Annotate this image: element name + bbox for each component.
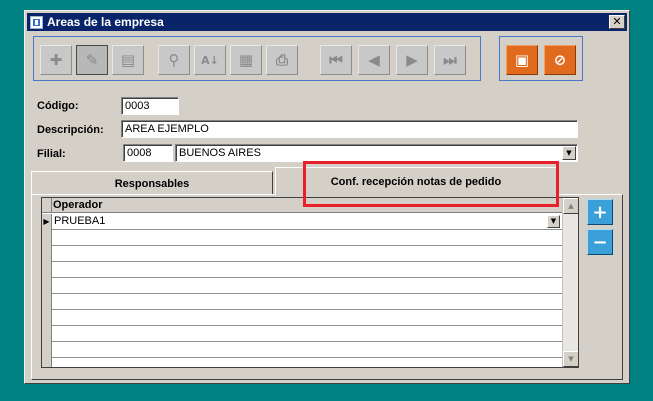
search-icon: ⚲: [168, 51, 180, 69]
filial-code-field[interactable]: 0008: [123, 144, 173, 162]
vertical-scrollbar[interactable]: ▲ ▼: [562, 198, 578, 367]
delete-button[interactable]: ▤: [112, 45, 144, 75]
operators-grid[interactable]: Operador ▶ PRUEBA1 ▼ ▲ ▼: [41, 197, 579, 368]
report-icon: ▦: [238, 51, 254, 69]
next-record-button[interactable]: ▶: [396, 45, 428, 75]
table-row[interactable]: [42, 246, 562, 262]
table-row[interactable]: [42, 326, 562, 342]
row-indicator: [42, 326, 52, 342]
plus-icon: +: [592, 201, 608, 223]
report-button[interactable]: ▦: [230, 45, 262, 75]
print-icon: ⎙: [275, 51, 288, 69]
table-row[interactable]: [42, 294, 562, 310]
tab-conf-recepcion-label: Conf. recepción notas de pedido: [330, 175, 502, 188]
print-button[interactable]: ⎙: [266, 45, 298, 75]
next-record-icon: ▶: [406, 51, 418, 69]
previous-record-button[interactable]: ◀: [358, 45, 390, 75]
main-window: Areas de la empresa ✕ ✚ ✎ ▤ ⚲ A↓ ▦ ⎙ ⏮ ◀…: [24, 10, 630, 384]
previous-record-icon: ◀: [368, 51, 380, 69]
row-indicator: [42, 294, 52, 310]
descripcion-field[interactable]: AREA EJEMPLO: [121, 120, 578, 138]
save-icon: ▣: [514, 51, 530, 69]
grid-corner: [42, 198, 52, 213]
filial-name: BUENOS AIRES: [179, 147, 261, 159]
window-title: Areas de la empresa: [47, 15, 164, 29]
row-indicator: [42, 230, 52, 246]
table-row[interactable]: [42, 358, 562, 367]
row-indicator: [42, 278, 52, 294]
codigo-label: Código:: [37, 100, 79, 112]
cancel-icon: ⊘: [553, 51, 567, 69]
row-indicator: [42, 342, 52, 358]
filial-select[interactable]: BUENOS AIRES ▼: [175, 144, 578, 162]
row-indicator: [42, 262, 52, 278]
grid-header: Operador: [42, 198, 562, 213]
action-toolbar: ▣ ⊘: [499, 36, 583, 81]
table-row[interactable]: [42, 262, 562, 278]
scroll-down-button[interactable]: ▼: [563, 351, 578, 367]
row-indicator: [42, 310, 52, 326]
tab-responsables[interactable]: Responsables: [31, 171, 273, 195]
last-record-button[interactable]: ⏭: [434, 45, 466, 75]
sort-button[interactable]: A↓: [194, 45, 226, 75]
table-row[interactable]: [42, 230, 562, 246]
tab-responsables-label: Responsables: [114, 177, 190, 190]
last-record-icon: ⏭: [443, 51, 457, 69]
descripcion-label: Descripción:: [37, 124, 104, 136]
add-button[interactable]: ✚: [40, 45, 72, 75]
add-row-button[interactable]: +: [587, 199, 613, 225]
row-indicator: [42, 358, 52, 367]
sort-icon: A↓: [201, 53, 219, 67]
delete-icon: ▤: [120, 51, 136, 69]
remove-row-button[interactable]: −: [587, 229, 613, 255]
filial-label: Filial:: [37, 148, 66, 160]
first-record-button[interactable]: ⏮: [320, 45, 352, 75]
close-button[interactable]: ✕: [609, 15, 625, 29]
operador-cell[interactable]: PRUEBA1: [54, 215, 105, 227]
minus-icon: −: [592, 231, 608, 253]
table-row[interactable]: ▶ PRUEBA1 ▼: [42, 214, 562, 230]
scroll-up-button[interactable]: ▲: [563, 198, 578, 214]
codigo-field[interactable]: 0003: [121, 97, 179, 115]
first-record-icon: ⏮: [329, 51, 343, 69]
column-header-operador[interactable]: Operador: [53, 199, 103, 211]
table-row[interactable]: [42, 278, 562, 294]
search-button[interactable]: ⚲: [158, 45, 190, 75]
row-indicator: ▶: [42, 214, 52, 230]
chevron-down-icon[interactable]: ▼: [547, 215, 560, 228]
chevron-down-icon[interactable]: ▼: [562, 146, 576, 160]
cancel-button[interactable]: ⊘: [544, 45, 576, 75]
app-icon: [30, 15, 43, 29]
edit-button[interactable]: ✎: [76, 45, 108, 75]
grid-rows: ▶ PRUEBA1 ▼: [42, 214, 562, 367]
table-row[interactable]: [42, 310, 562, 326]
add-icon: ✚: [49, 51, 63, 69]
save-button[interactable]: ▣: [506, 45, 538, 75]
row-indicator: [42, 246, 52, 262]
record-toolbar: ✚ ✎ ▤ ⚲ A↓ ▦ ⎙ ⏮ ◀ ▶ ⏭: [33, 36, 481, 81]
edit-icon: ✎: [85, 51, 99, 69]
tab-conf-recepcion[interactable]: Conf. recepción notas de pedido: [275, 167, 557, 195]
title-bar[interactable]: Areas de la empresa ✕: [27, 13, 627, 31]
table-row[interactable]: [42, 342, 562, 358]
